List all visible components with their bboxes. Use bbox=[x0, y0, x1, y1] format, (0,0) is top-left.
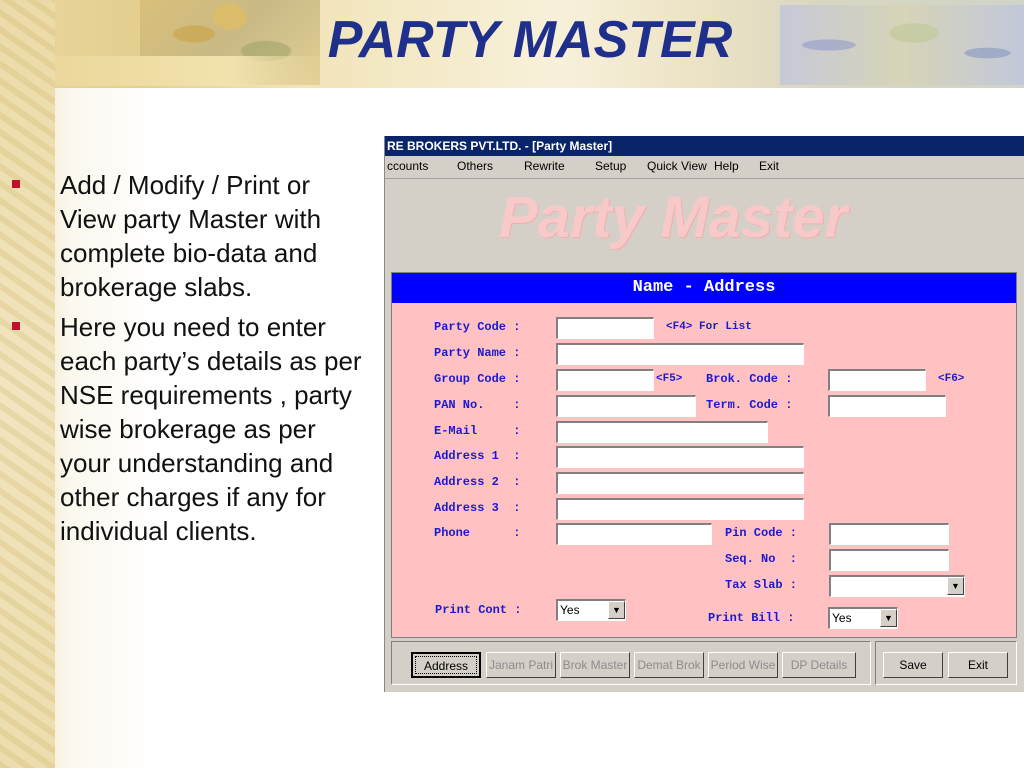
print-cont-select[interactable]: Yes ▼ bbox=[556, 599, 626, 621]
print-cont-label: Print Cont : bbox=[435, 603, 522, 617]
tab-brok-master-button[interactable]: Brok Master bbox=[560, 652, 630, 678]
address2-label: Address 2 : bbox=[434, 475, 521, 489]
slide-title: PARTY MASTER bbox=[327, 11, 733, 69]
tab-janam-patri-button[interactable]: Janam Patri bbox=[486, 652, 556, 678]
phone-input[interactable] bbox=[556, 523, 712, 545]
tab-address-button[interactable]: Address bbox=[411, 652, 481, 678]
term-code-label: Term. Code : bbox=[706, 398, 793, 412]
group-code-label: Group Code : bbox=[434, 372, 521, 386]
tab-period-wise-button[interactable]: Period Wise bbox=[708, 652, 778, 678]
bullet-square-icon bbox=[12, 180, 20, 188]
brok-code-label: Brok. Code : bbox=[706, 372, 793, 386]
print-bill-select[interactable]: Yes ▼ bbox=[828, 607, 898, 629]
brok-code-input[interactable] bbox=[828, 369, 926, 391]
pin-code-input[interactable] bbox=[829, 523, 949, 545]
seq-no-label: Seq. No : bbox=[725, 552, 798, 566]
chevron-down-icon[interactable]: ▼ bbox=[608, 601, 625, 619]
window-title: RE BROKERS PVT.LTD. - [Party Master] bbox=[385, 136, 1024, 156]
menu-rewrite[interactable]: Rewrite bbox=[524, 159, 565, 173]
chevron-down-icon[interactable]: ▼ bbox=[947, 577, 964, 595]
address3-input[interactable] bbox=[556, 498, 804, 520]
menu-others[interactable]: Others bbox=[457, 159, 493, 173]
save-button[interactable]: Save bbox=[883, 652, 943, 678]
bullet-list: Add / Modify / Print or View party Maste… bbox=[12, 168, 372, 554]
party-master-window: RE BROKERS PVT.LTD. - [Party Master] cco… bbox=[384, 136, 1024, 692]
menu-help[interactable]: Help bbox=[714, 159, 739, 173]
email-label: E-Mail : bbox=[434, 424, 521, 438]
f5-hint: <F5> bbox=[656, 373, 683, 385]
group-code-input[interactable] bbox=[556, 369, 654, 391]
bullet-text: Here you need to enter each party’s deta… bbox=[60, 312, 362, 546]
pan-no-label: PAN No. : bbox=[434, 398, 521, 412]
address1-input[interactable] bbox=[556, 446, 804, 468]
pin-code-label: Pin Code : bbox=[725, 526, 798, 540]
print-bill-value: Yes bbox=[832, 611, 852, 625]
address3-label: Address 3 : bbox=[434, 501, 521, 515]
phone-label: Phone : bbox=[434, 526, 521, 540]
address1-label: Address 1 : bbox=[434, 449, 521, 463]
bullet-square-icon bbox=[12, 322, 20, 330]
f4-hint: <F4> For List bbox=[666, 321, 752, 333]
menu-divider bbox=[385, 178, 1024, 179]
tax-slab-label: Tax Slab : bbox=[725, 578, 798, 592]
address2-input[interactable] bbox=[556, 472, 804, 494]
tab-dp-details-button[interactable]: DP Details bbox=[782, 652, 856, 678]
chevron-down-icon[interactable]: ▼ bbox=[880, 609, 897, 627]
section-title: Name - Address bbox=[392, 273, 1016, 303]
party-code-label: Party Code : bbox=[434, 320, 521, 334]
print-cont-value: Yes bbox=[560, 603, 580, 617]
email-input[interactable] bbox=[556, 421, 768, 443]
party-name-label: Party Name : bbox=[434, 346, 521, 360]
bullet-item: Here you need to enter each party’s deta… bbox=[12, 310, 372, 548]
bullet-item: Add / Modify / Print or View party Maste… bbox=[12, 168, 372, 304]
seq-no-input[interactable] bbox=[829, 549, 949, 571]
party-name-input[interactable] bbox=[556, 343, 804, 365]
bullet-text: Add / Modify / Print or View party Maste… bbox=[60, 170, 322, 302]
exit-button[interactable]: Exit bbox=[948, 652, 1008, 678]
print-bill-label: Print Bill : bbox=[708, 611, 795, 625]
menu-accounts[interactable]: ccounts bbox=[387, 159, 428, 173]
pan-no-input[interactable] bbox=[556, 395, 696, 417]
f6-hint: <F6> bbox=[938, 373, 965, 385]
form-watermark: Party Master bbox=[499, 185, 848, 250]
tab-demat-brok-button[interactable]: Demat Brok bbox=[634, 652, 704, 678]
tax-slab-select[interactable]: ▼ bbox=[829, 575, 965, 597]
name-address-panel: Name - Address Party Code : <F4> For Lis… bbox=[391, 272, 1017, 638]
menu-quick-view[interactable]: Quick View bbox=[647, 159, 707, 173]
term-code-input[interactable] bbox=[828, 395, 946, 417]
menu-setup[interactable]: Setup bbox=[595, 159, 626, 173]
menu-exit[interactable]: Exit bbox=[759, 159, 779, 173]
party-code-input[interactable] bbox=[556, 317, 654, 339]
